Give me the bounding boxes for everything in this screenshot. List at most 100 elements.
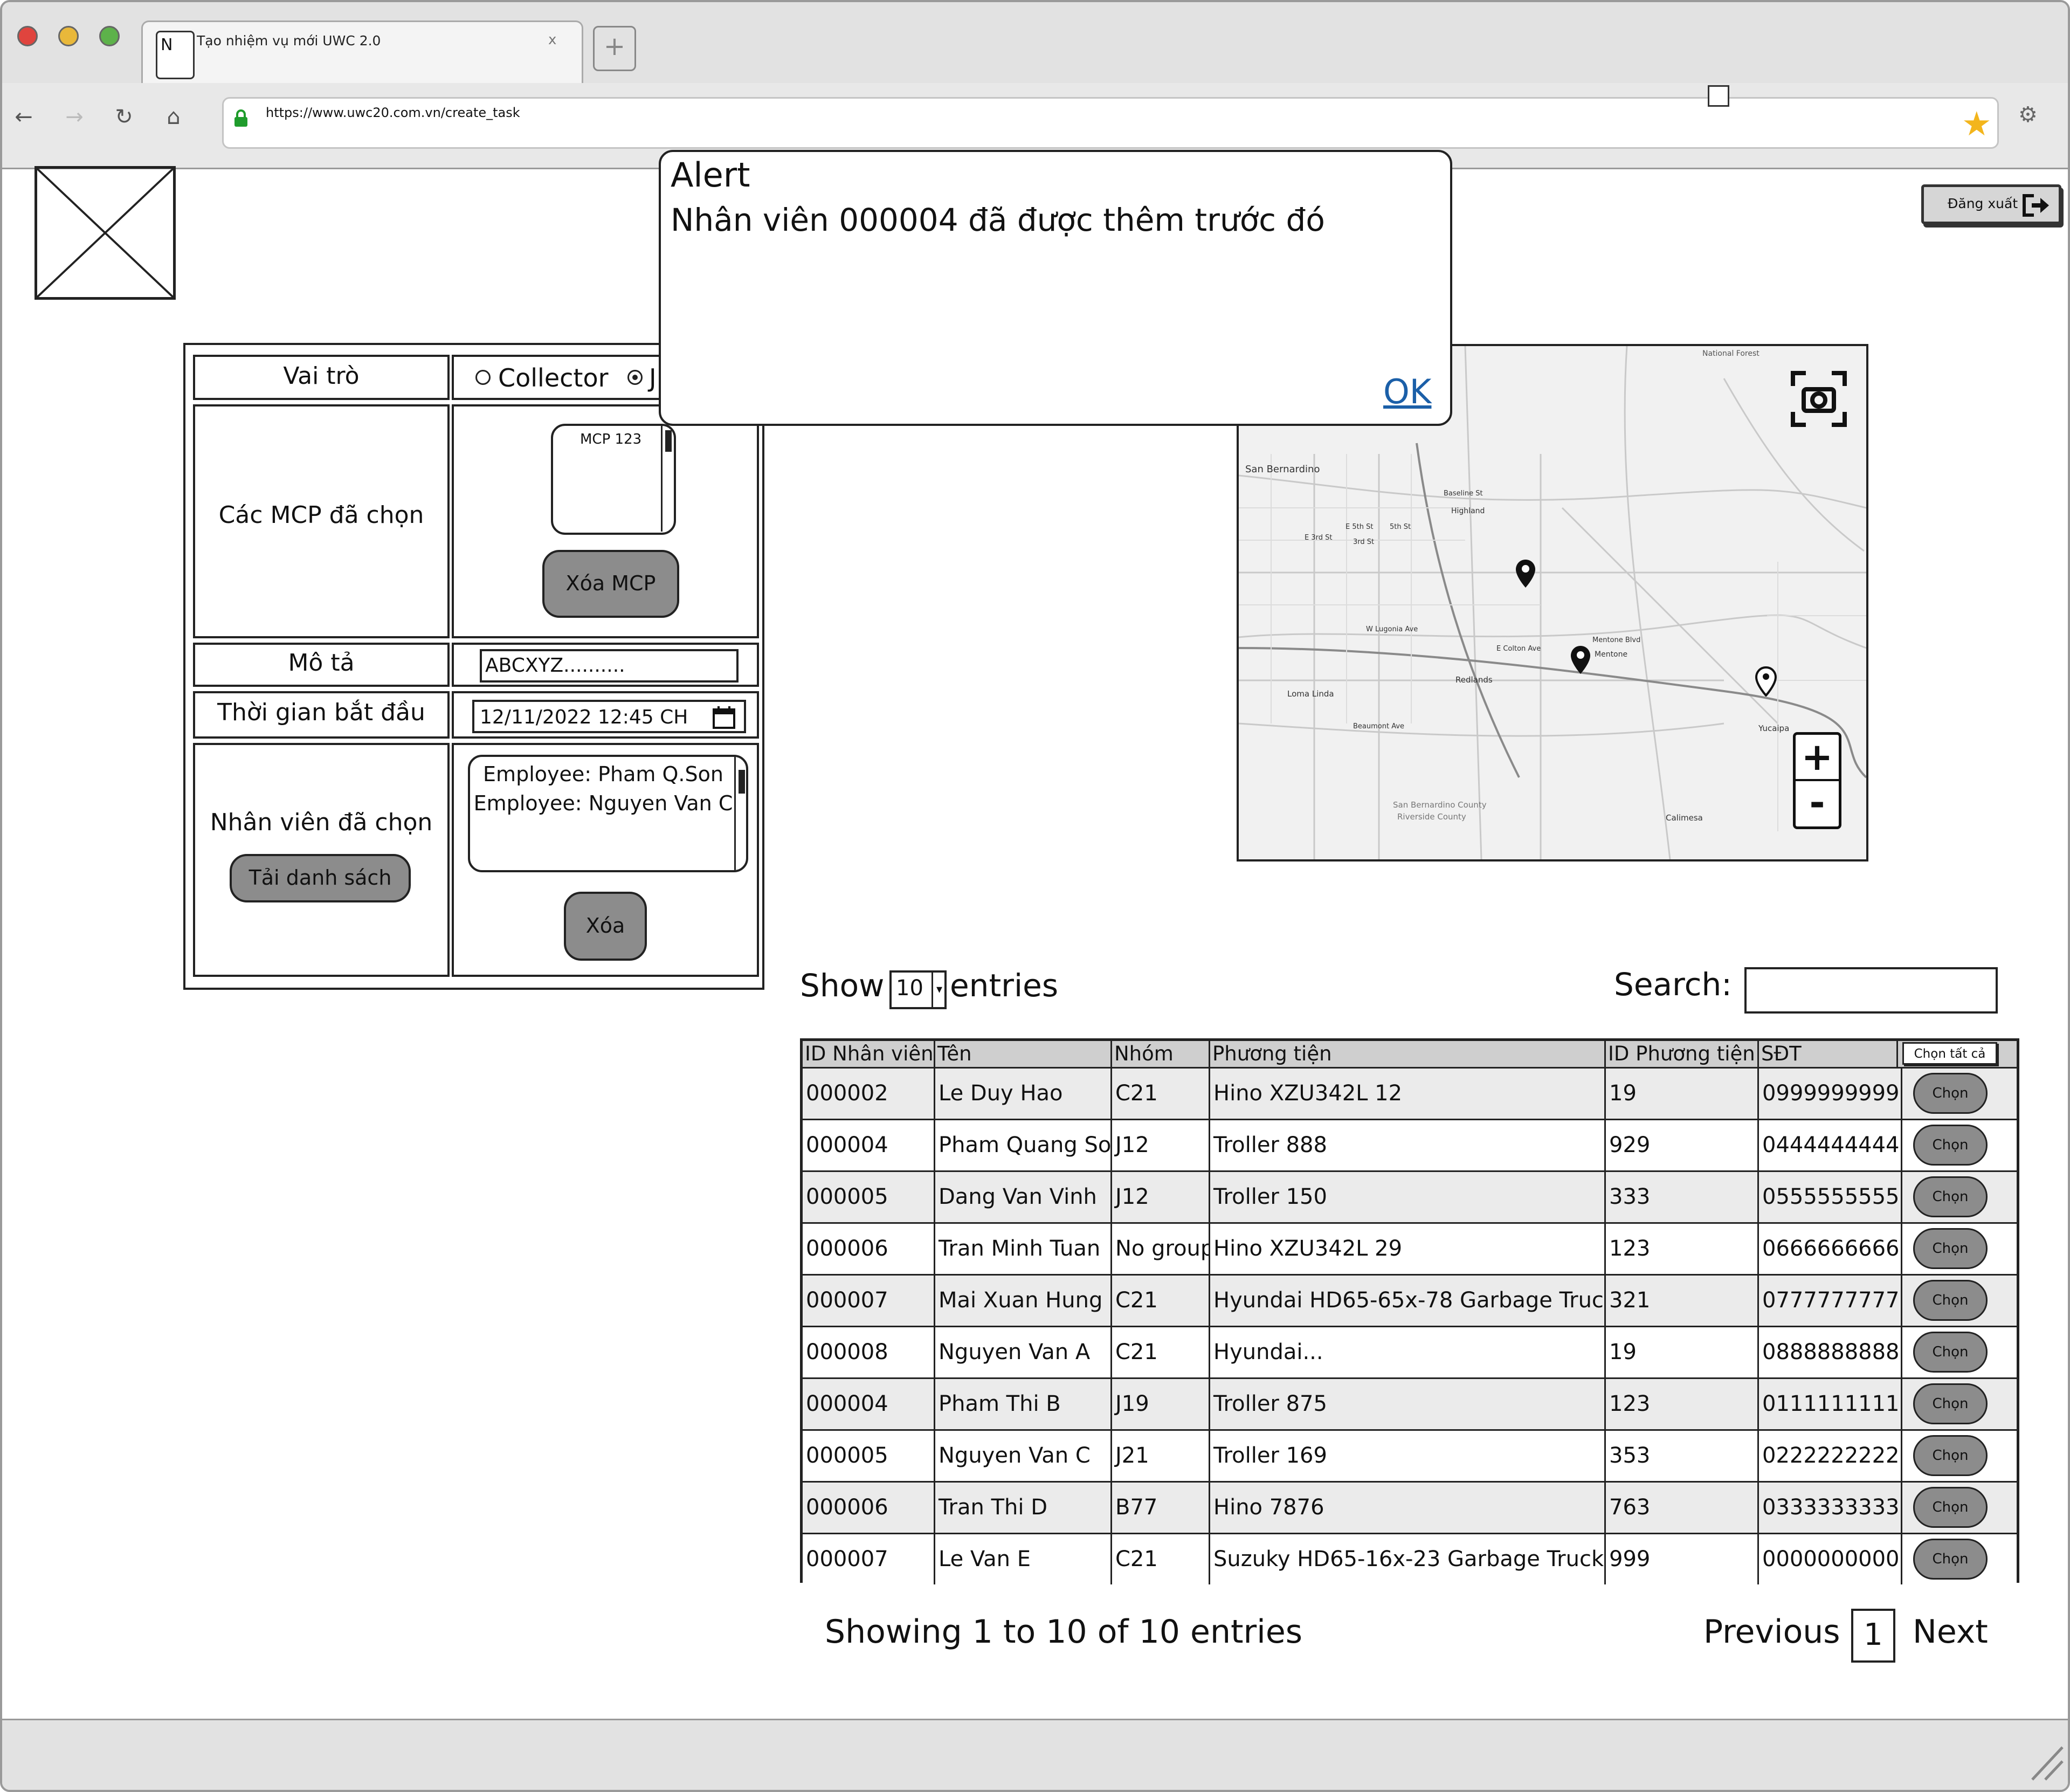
table-cell: 19 bbox=[1606, 1327, 1759, 1377]
role-j-radio[interactable] bbox=[627, 370, 643, 385]
map-marker-icon[interactable] bbox=[1515, 559, 1536, 589]
zoom-in-button[interactable]: + bbox=[1796, 735, 1839, 781]
calendar-icon[interactable] bbox=[712, 705, 736, 730]
column-header[interactable]: ID Nhân viên bbox=[803, 1041, 935, 1067]
table-cell: 000005 bbox=[803, 1172, 935, 1222]
tab-close-icon[interactable]: x bbox=[548, 32, 556, 48]
scrollbar-thumb[interactable] bbox=[665, 430, 672, 452]
browser-tab[interactable]: N Tạo nhiệm vụ mới UWC 2.0 x bbox=[141, 20, 583, 88]
description-input[interactable]: ABCXYZ.......... bbox=[480, 649, 739, 683]
map-marker-icon[interactable] bbox=[1755, 666, 1777, 697]
alert-ok-button[interactable]: OK bbox=[1383, 372, 1431, 411]
alert-title: Alert bbox=[671, 155, 750, 195]
tab-title: Tạo nhiệm vụ mới UWC 2.0 bbox=[197, 33, 381, 49]
table-cell: Troller 888 bbox=[1210, 1120, 1606, 1170]
table-cell: 0444444444 bbox=[1759, 1120, 1902, 1170]
table-cell: 0777777777 bbox=[1759, 1276, 1902, 1326]
choose-button[interactable]: Chọn bbox=[1913, 1228, 1988, 1269]
employees-label: Nhân viên đã chọn bbox=[210, 809, 433, 836]
table-cell: B77 bbox=[1112, 1483, 1210, 1533]
page-number-button[interactable]: 1 bbox=[1851, 1609, 1895, 1663]
table-cell: 000008 bbox=[803, 1327, 935, 1377]
next-page-button[interactable]: Next bbox=[1913, 1613, 1988, 1651]
column-header[interactable]: ID Phương tiện bbox=[1606, 1041, 1759, 1067]
choose-button[interactable]: Chọn bbox=[1913, 1332, 1988, 1373]
employee-table: ID Nhân viên Tên Nhóm Phương tiện ID Phư… bbox=[800, 1038, 2019, 1584]
table-cell: Mai Xuan Hung bbox=[935, 1276, 1112, 1326]
chevron-down-icon[interactable]: ▾ bbox=[932, 973, 946, 1007]
start-time-input[interactable]: 12/11/2022 12:45 CH bbox=[472, 700, 746, 733]
table-cell: 321 bbox=[1606, 1276, 1759, 1326]
address-bar[interactable]: https://www.uwc20.com.vn/create_task ★ bbox=[222, 97, 1999, 149]
mcp-label: Các MCP đã chọn bbox=[218, 501, 424, 529]
table-cell: J19 bbox=[1112, 1379, 1210, 1429]
load-list-button[interactable]: Tải danh sách bbox=[230, 854, 411, 902]
column-header[interactable]: Phương tiện bbox=[1210, 1041, 1606, 1067]
search-input[interactable] bbox=[1744, 967, 1998, 1014]
table-cell: 0222222222 bbox=[1759, 1431, 1902, 1481]
new-tab-button[interactable]: + bbox=[593, 26, 636, 71]
maximize-window-button[interactable] bbox=[99, 26, 120, 46]
table-cell: Hyundai HD65-65x-78 Garbage Truck 1 bbox=[1210, 1276, 1606, 1326]
mcp-content-cell: MCP 123 Xóa MCP bbox=[452, 404, 759, 638]
table-row: 000005 Dang Van Vinh J12 Troller 150 333 0555… bbox=[803, 1170, 2017, 1222]
camera-icon[interactable] bbox=[1791, 371, 1847, 427]
table-cell: C21 bbox=[1112, 1327, 1210, 1377]
back-icon[interactable]: ← bbox=[8, 105, 40, 129]
employees-listbox[interactable]: Employee: Pham Q.Son Employee: Nguyen Va… bbox=[468, 755, 748, 872]
column-header[interactable]: SĐT bbox=[1759, 1041, 1898, 1067]
table-cell: Hino XZU342L 12 bbox=[1210, 1069, 1606, 1119]
home-icon[interactable]: ⌂ bbox=[157, 105, 190, 129]
page-size-value: 10 bbox=[896, 976, 923, 1001]
column-header[interactable]: Nhóm bbox=[1112, 1041, 1210, 1067]
choose-button[interactable]: Chọn bbox=[1913, 1073, 1988, 1114]
table-cell: 000007 bbox=[803, 1534, 935, 1584]
gear-icon[interactable]: ⚙ bbox=[2018, 102, 2038, 127]
zoom-out-button[interactable]: - bbox=[1796, 782, 1839, 826]
start-time-cell: 12/11/2022 12:45 CH bbox=[452, 691, 759, 739]
bookmark-star-icon[interactable]: ★ bbox=[1962, 105, 1992, 143]
choose-button[interactable]: Chọn bbox=[1913, 1539, 1988, 1580]
logout-button[interactable]: Đăng xuất bbox=[1921, 184, 2061, 224]
table-cell: Nguyen Van A bbox=[935, 1327, 1112, 1377]
role-collector-radio[interactable] bbox=[475, 370, 491, 385]
page-size-select[interactable]: 10 ▾ bbox=[889, 970, 947, 1009]
choose-button[interactable]: Chọn bbox=[1913, 1487, 1988, 1528]
forward-icon[interactable]: → bbox=[58, 105, 91, 129]
map-label: Loma Linda bbox=[1287, 689, 1334, 699]
choose-button[interactable]: Chọn bbox=[1913, 1176, 1988, 1217]
table-cell: Tran Minh Tuan bbox=[935, 1224, 1112, 1274]
employee-item[interactable]: Employee: Nguyen Van C bbox=[470, 791, 736, 815]
employees-scrollbar[interactable] bbox=[734, 757, 746, 870]
choose-button[interactable]: Chọn bbox=[1913, 1280, 1988, 1321]
choose-button[interactable]: Chọn bbox=[1913, 1435, 1988, 1476]
table-row: 000006 Tran Thi D B77 Hino 7876 763 033333333… bbox=[803, 1481, 2017, 1533]
map-label: E Colton Ave bbox=[1496, 645, 1541, 653]
map-marker-icon[interactable] bbox=[1570, 645, 1591, 675]
table-cell: 0333333333 bbox=[1759, 1483, 1902, 1533]
close-window-button[interactable] bbox=[17, 26, 38, 46]
delete-employee-button[interactable]: Xóa bbox=[564, 892, 647, 961]
mcp-item[interactable]: MCP 123 bbox=[580, 431, 641, 447]
table-cell: Pham Quang Son bbox=[935, 1120, 1112, 1170]
mcp-listbox[interactable]: MCP 123 bbox=[551, 424, 676, 535]
role-j-label: J bbox=[649, 363, 657, 392]
logo-placeholder bbox=[34, 166, 176, 300]
table-cell: C21 bbox=[1112, 1069, 1210, 1119]
previous-page-button[interactable]: Previous bbox=[1703, 1613, 1840, 1651]
table-cell: Hino 7876 bbox=[1210, 1483, 1606, 1533]
table-row: 000004 Pham Thi B J19 Troller 875 123 0111111… bbox=[803, 1377, 2017, 1429]
employee-item[interactable]: Employee: Pham Q.Son bbox=[470, 762, 736, 786]
reload-icon[interactable]: ↻ bbox=[108, 105, 140, 129]
table-cell: 000002 bbox=[803, 1069, 935, 1119]
scrollbar-thumb[interactable] bbox=[739, 770, 745, 794]
select-all-button[interactable]: Chọn tất cả bbox=[1902, 1042, 1997, 1065]
column-header[interactable]: Tên bbox=[935, 1041, 1112, 1067]
resize-grip-icon[interactable] bbox=[2027, 1736, 2065, 1782]
mcp-scrollbar[interactable] bbox=[661, 426, 675, 532]
choose-button[interactable]: Chọn bbox=[1913, 1125, 1988, 1166]
delete-mcp-button[interactable]: Xóa MCP bbox=[542, 550, 679, 618]
minimize-window-button[interactable] bbox=[58, 26, 79, 46]
choose-button[interactable]: Chọn bbox=[1913, 1383, 1988, 1424]
table-cell: 0999999999 bbox=[1759, 1069, 1902, 1119]
